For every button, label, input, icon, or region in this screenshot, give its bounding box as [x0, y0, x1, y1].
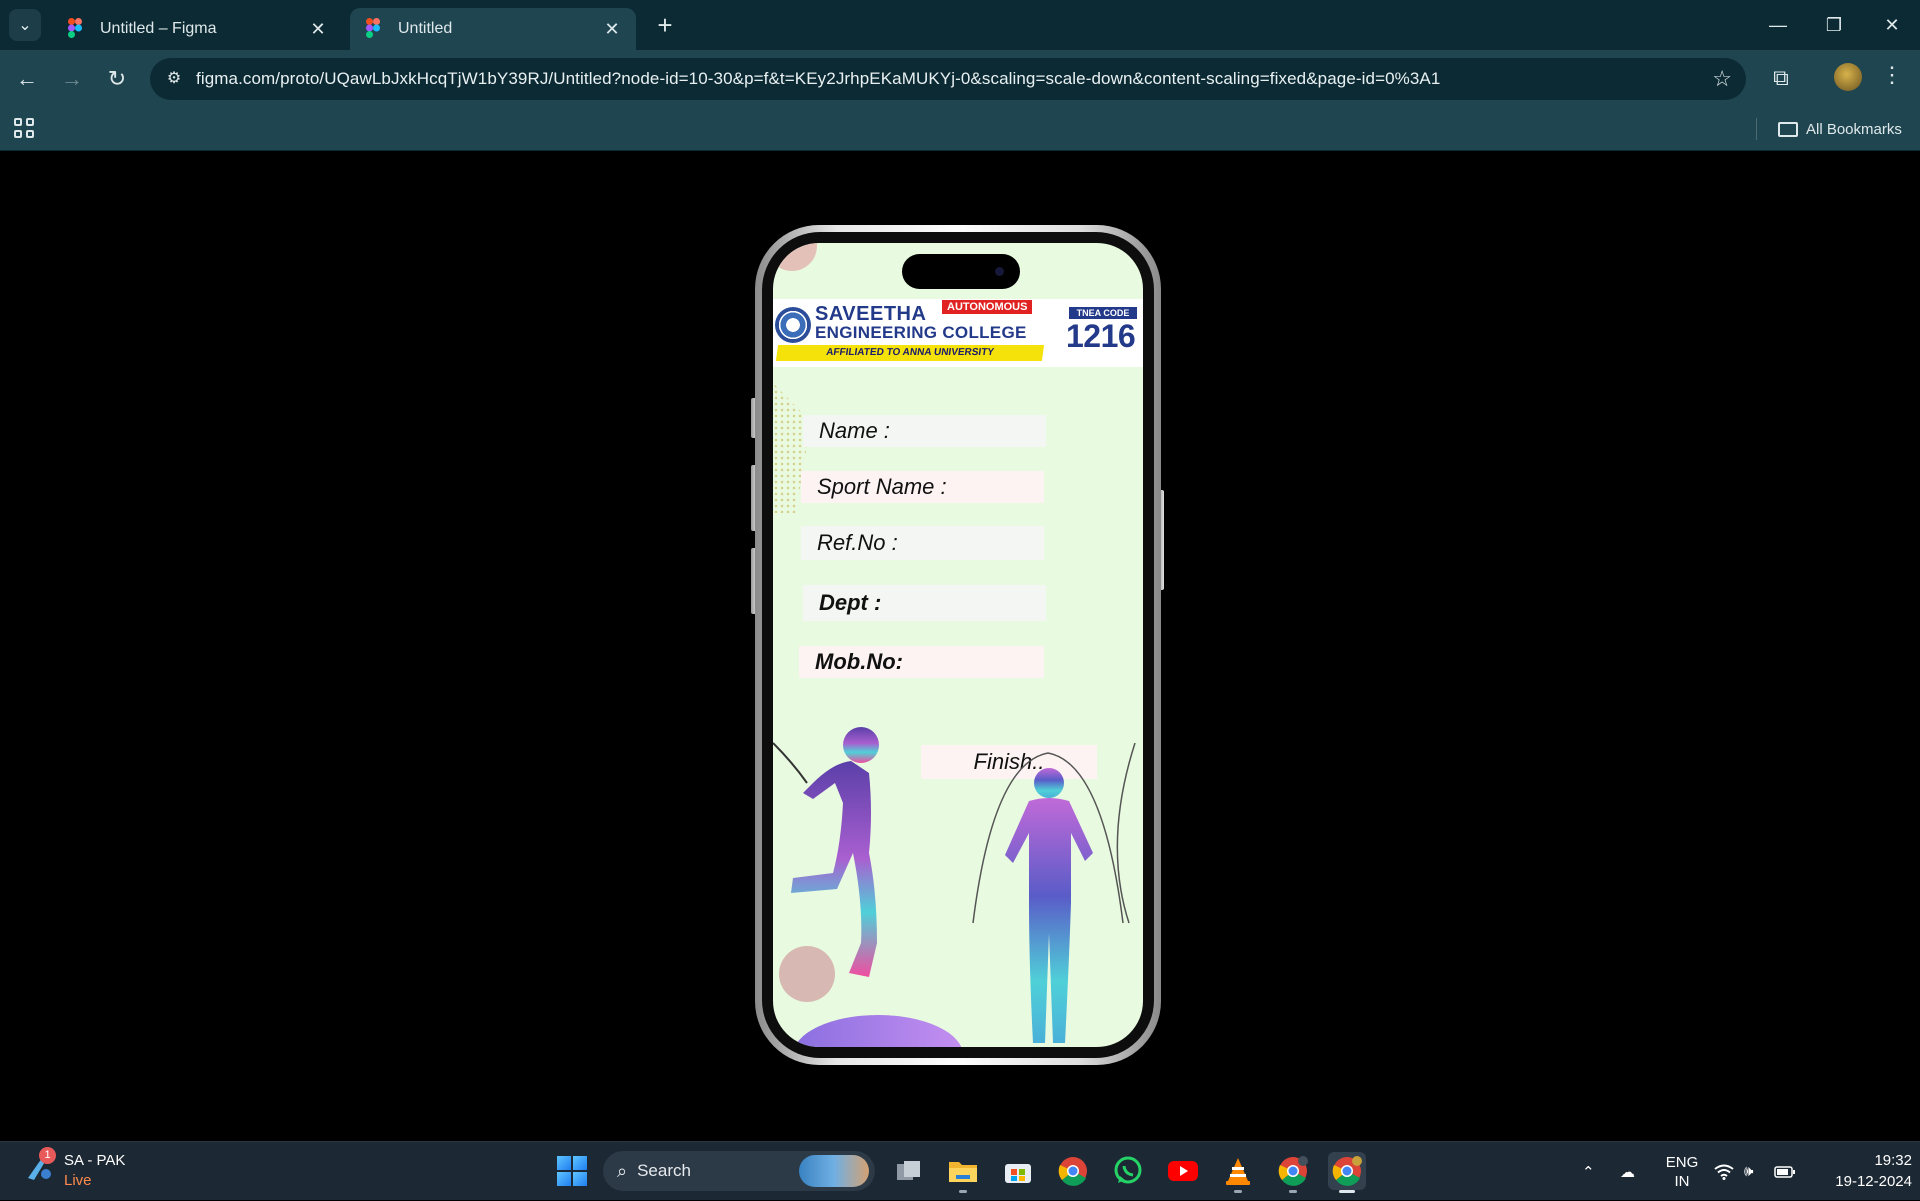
notification-badge: 1: [39, 1147, 56, 1164]
search-highlight-image: [799, 1155, 869, 1187]
language-line2: IN: [1674, 1172, 1690, 1190]
tab-search-dropdown-button[interactable]: ⌄: [9, 9, 41, 41]
tab-title: Untitled – Figma: [100, 20, 217, 37]
show-hidden-icons-chevron-icon[interactable]: ⌃: [1582, 1142, 1604, 1201]
extensions-icon[interactable]: ⧉: [1766, 63, 1796, 93]
volume-icon[interactable]: 🕪: [1744, 1142, 1766, 1201]
tab-untitled[interactable]: Untitled ✕: [350, 8, 636, 50]
search-label: Search: [637, 1161, 691, 1180]
new-tab-button[interactable]: +: [650, 10, 680, 40]
bookmark-star-icon[interactable]: ☆: [1712, 66, 1732, 92]
figma-icon: [366, 18, 384, 40]
affiliation-banner: AFFILIATED TO ANNA UNIVERSITY: [775, 345, 1045, 361]
close-icon[interactable]: ✕: [602, 19, 622, 40]
back-icon[interactable]: ←: [11, 63, 43, 95]
avatar[interactable]: [1834, 63, 1862, 91]
forward-icon[interactable]: →: [56, 63, 88, 95]
language-line1: ENG: [1665, 1153, 1699, 1171]
chrome-active-icon[interactable]: [1328, 1152, 1366, 1193]
minimize-icon[interactable]: —: [1758, 10, 1798, 40]
reload-icon[interactable]: ↻: [101, 63, 133, 95]
search-icon: ⌕: [617, 1160, 628, 1181]
sport-name-field[interactable]: Sport Name :: [801, 471, 1044, 503]
phone-frame: SAVEETHA AUTONOMOUS ENGINEERING COLLEGE …: [755, 225, 1161, 1065]
site-settings-icon[interactable]: ⚙: [162, 67, 186, 91]
clock-time: 19:32: [1874, 1152, 1912, 1169]
windows-start-icon[interactable]: [557, 1156, 587, 1186]
system-clock[interactable]: 19:32 19-12-2024: [1812, 1150, 1912, 1192]
close-icon[interactable]: ✕: [308, 19, 328, 40]
bookmarks-divider: [1756, 118, 1757, 140]
dept-field[interactable]: Dept :: [803, 585, 1046, 621]
folder-icon: [1778, 121, 1798, 137]
decorative-circle: [779, 946, 835, 1002]
wifi-icon[interactable]: [1714, 1142, 1738, 1201]
chrome-icon[interactable]: [1054, 1152, 1092, 1190]
more-menu-icon[interactable]: ⋮: [1880, 62, 1904, 88]
whatsapp-icon[interactable]: [1109, 1152, 1147, 1190]
jumping-rope-man-illustration: [972, 743, 1136, 1043]
address-bar[interactable]: ⚙ figma.com/proto/UQawLbJxkHcqTjW1bY39RJ…: [150, 58, 1746, 100]
onedrive-cloud-icon[interactable]: ☁: [1620, 1142, 1646, 1201]
ref-no-field[interactable]: Ref.No :: [801, 526, 1044, 560]
active-indicator: [1339, 1190, 1355, 1193]
running-indicator: [959, 1190, 967, 1193]
college-header: SAVEETHA AUTONOMOUS ENGINEERING COLLEGE …: [773, 299, 1143, 367]
figma-icon: [68, 18, 86, 40]
task-view-icon[interactable]: [890, 1152, 928, 1190]
field-label: Dept :: [819, 590, 882, 615]
cricket-icon: 1: [24, 1147, 56, 1182]
url-text[interactable]: figma.com/proto/UQawLbJxkHcqTjW1bY39RJ/U…: [196, 69, 1440, 89]
vlc-icon[interactable]: [1219, 1152, 1257, 1193]
running-indicator: [1234, 1190, 1242, 1193]
decorative-shape: [793, 1015, 963, 1047]
microsoft-store-icon[interactable]: [999, 1152, 1037, 1190]
navigation-bar: ← → ↻ ⚙ figma.com/proto/UQawLbJxkHcqTjW1…: [0, 50, 1920, 108]
clock-date: 19-12-2024: [1835, 1173, 1912, 1190]
tab-strip: ⌄ Untitled – Figma ✕ Untitled ✕ + — ❐ ✕: [0, 0, 1920, 50]
field-label: Name :: [819, 418, 890, 443]
name-field[interactable]: Name :: [803, 415, 1046, 447]
close-window-icon[interactable]: ✕: [1872, 10, 1912, 40]
news-widget[interactable]: 1 SA - PAK Live: [24, 1147, 125, 1189]
college-seal-icon: [775, 307, 811, 343]
apps-grid-icon[interactable]: [12, 116, 36, 140]
field-label: Mob.No:: [815, 649, 903, 674]
all-bookmarks-label: All Bookmarks: [1806, 120, 1902, 138]
autonomous-badge: AUTONOMOUS: [942, 300, 1033, 314]
all-bookmarks-button[interactable]: All Bookmarks: [1778, 116, 1902, 142]
widget-status: Live: [64, 1172, 92, 1189]
file-explorer-icon[interactable]: [944, 1152, 982, 1193]
prototype-screen: SAVEETHA AUTONOMOUS ENGINEERING COLLEGE …: [773, 243, 1143, 1047]
field-label: Sport Name :: [817, 474, 947, 499]
college-name-line2: ENGINEERING COLLEGE: [815, 323, 1027, 342]
taskbar-search[interactable]: ⌕ Search: [603, 1151, 875, 1191]
running-indicator: [1289, 1190, 1297, 1193]
bookmarks-bar: All Bookmarks: [0, 108, 1920, 151]
field-label: Ref.No :: [817, 530, 898, 555]
youtube-icon[interactable]: [1164, 1152, 1202, 1190]
chevron-down-icon: ⌄: [18, 17, 32, 34]
dynamic-island: [902, 254, 1020, 289]
tnea-code-value: 1216: [1066, 318, 1136, 354]
camera-icon: [995, 267, 1004, 276]
battery-icon[interactable]: [1774, 1142, 1798, 1201]
widget-title: SA - PAK: [64, 1152, 126, 1169]
language-indicator[interactable]: ENG IN: [1660, 1142, 1704, 1201]
restore-icon[interactable]: ❐: [1814, 10, 1854, 40]
tab-figma[interactable]: Untitled – Figma ✕: [52, 8, 342, 50]
mob-no-field[interactable]: Mob.No:: [799, 646, 1044, 678]
tab-title: Untitled: [398, 20, 453, 37]
decorative-circle: [773, 243, 817, 271]
chrome-profile-icon[interactable]: [1274, 1152, 1312, 1193]
windows-taskbar: 1 SA - PAK Live ⌕ Search ⌃ ☁ ENG IN 🕪 19…: [0, 1141, 1920, 1200]
